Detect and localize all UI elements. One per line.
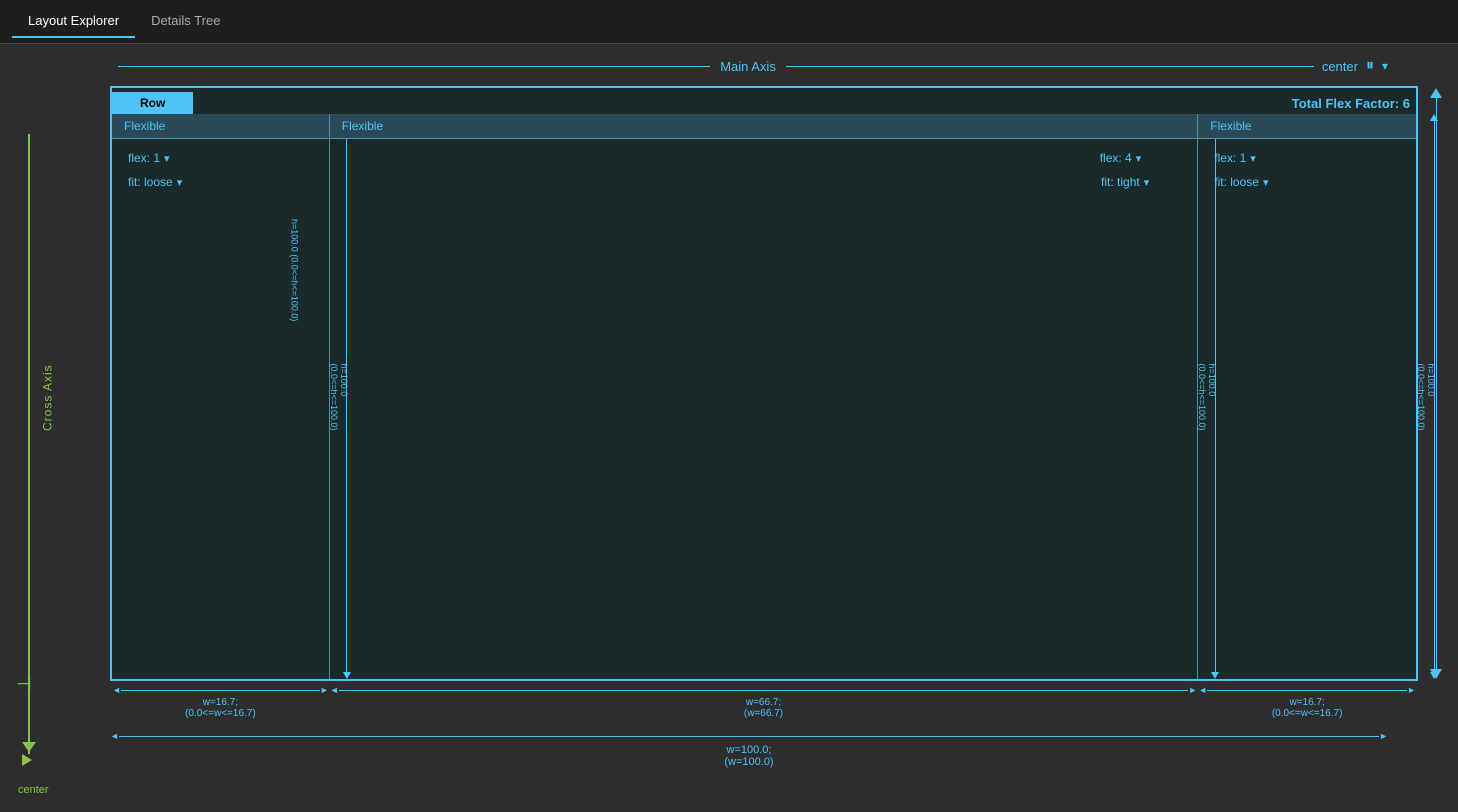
col3-header: Flexible: [1198, 114, 1416, 139]
tab-layout-explorer[interactable]: Layout Explorer: [12, 5, 135, 38]
flex-columns: Flexible flex: 1 ▾ fit: loose ▾ h=100.0(: [112, 114, 1416, 679]
main-axis-line-left: [118, 66, 710, 67]
col3-fit-control: fit: loose ▾: [1214, 175, 1400, 189]
col1-width-constraint: (0.0<=w<=16.7): [112, 708, 329, 719]
col1-flex-dropdown[interactable]: ▾: [164, 152, 170, 165]
col1-width-text: w=16.7;: [112, 697, 329, 708]
col2-header: Flexible: [330, 114, 1197, 139]
col2-fit-control: fit: tight ▾: [1101, 175, 1149, 189]
row-header: Row Total Flex Factor: 6: [112, 88, 1416, 114]
chevron-down-icon[interactable]: ▾: [1382, 59, 1388, 73]
col1-fit-control: fit: loose ▾: [128, 175, 313, 189]
cross-axis-line: [28, 134, 30, 754]
outer-height-arrow-up: [1430, 88, 1442, 98]
col2-fit-label: fit: tight: [1101, 175, 1140, 189]
col2-width-constraint: (w=66.7): [330, 708, 1197, 719]
row-label: Row: [112, 92, 193, 114]
main-area: Cross Axis ⊣ Main Axis center ⏸ ▾ Row To…: [0, 44, 1458, 812]
total-width-line: [119, 736, 1379, 737]
cross-axis-arrow: [22, 742, 36, 752]
total-width-constraint: (w=100.0): [110, 756, 1388, 768]
flex-col-1: Flexible flex: 1 ▾ fit: loose ▾ h=100.0(: [112, 114, 330, 679]
cross-axis-tick: ⊣: [16, 674, 32, 695]
outer-height-measure: [1430, 88, 1442, 679]
total-width-text: w=100.0;: [110, 744, 1388, 756]
col2-flex-dropdown[interactable]: ▾: [1136, 152, 1142, 165]
col2-width-arrow: ◄ ►: [330, 685, 1197, 695]
outer-height-arrow-down: [1430, 669, 1442, 679]
col3-flex-control: flex: 1 ▾: [1214, 151, 1400, 165]
col3-width-measure: ◄ ► w=16.7; (0.0<=w<=16.7): [1198, 685, 1416, 719]
tab-bar: Layout Explorer Details Tree: [0, 0, 1458, 44]
tab-details-tree[interactable]: Details Tree: [135, 5, 236, 38]
col3-fit-label: fit: loose: [1214, 175, 1259, 189]
alignment-label: center: [1322, 59, 1358, 74]
main-axis-bar: Main Axis center ⏸ ▾: [110, 54, 1388, 78]
col3-flex-label: flex: 1: [1214, 151, 1246, 165]
col1-fit-label: fit: loose: [128, 175, 173, 189]
outer-height-line: [1436, 98, 1437, 669]
col3-width-text: w=16.7;: [1198, 697, 1416, 708]
pause-icon: ⏸: [1366, 57, 1374, 75]
total-width-measure-container: ◄ ► w=100.0; (w=100.0): [110, 731, 1388, 768]
main-axis-line-right: [786, 66, 1378, 67]
row-container: Row Total Flex Factor: 6 Flexible flex: …: [110, 86, 1418, 681]
center-label: center: [18, 784, 49, 796]
col2-width-measure: ◄ ► w=66.7; (w=66.7): [330, 685, 1197, 719]
col3-fit-dropdown[interactable]: ▾: [1263, 176, 1269, 189]
col3-width-arrow: ◄ ►: [1198, 685, 1416, 695]
col1-flex-label: flex: 1: [128, 151, 160, 165]
col1-flex-control: flex: 1 ▾: [128, 151, 313, 165]
col2-flex-control: flex: 4 ▾: [1100, 151, 1142, 165]
col2-width-text: w=66.7;: [330, 697, 1197, 708]
col2-controls: flex: 4 ▾ fit: tight ▾: [330, 139, 1197, 201]
col2-flex-label: flex: 4: [1100, 151, 1132, 165]
cross-axis-pointer: [22, 754, 32, 766]
col3-width-constraint: (0.0<=w<=16.7): [1198, 708, 1416, 719]
total-width-arrow: ◄ ►: [110, 731, 1388, 741]
main-axis-controls: center ⏸ ▾: [1314, 57, 1388, 75]
col1-controls: flex: 1 ▾ fit: loose ▾: [112, 139, 329, 201]
flex-col-2: Flexible flex: 4 ▾ fit: tight ▾: [330, 114, 1198, 679]
col3-flex-dropdown[interactable]: ▾: [1250, 152, 1256, 165]
col1-fit-dropdown[interactable]: ▾: [177, 176, 183, 189]
flex-col-3: Flexible flex: 1 ▾ fit: loose ▾ h=100.0(: [1198, 114, 1416, 679]
total-flex-label: Total Flex Factor: 6: [1292, 96, 1410, 111]
col2-fit-dropdown[interactable]: ▾: [1144, 176, 1150, 189]
col1-width-measure: ◄ ► w=16.7; (0.0<=w<=16.7): [112, 685, 329, 719]
col1-header: Flexible: [112, 114, 329, 139]
main-axis-label: Main Axis: [710, 59, 786, 74]
cross-axis-label: Cross Axis: [40, 364, 54, 431]
col3-controls: flex: 1 ▾ fit: loose ▾: [1198, 139, 1416, 201]
col1-width-arrow: ◄ ►: [112, 685, 329, 695]
